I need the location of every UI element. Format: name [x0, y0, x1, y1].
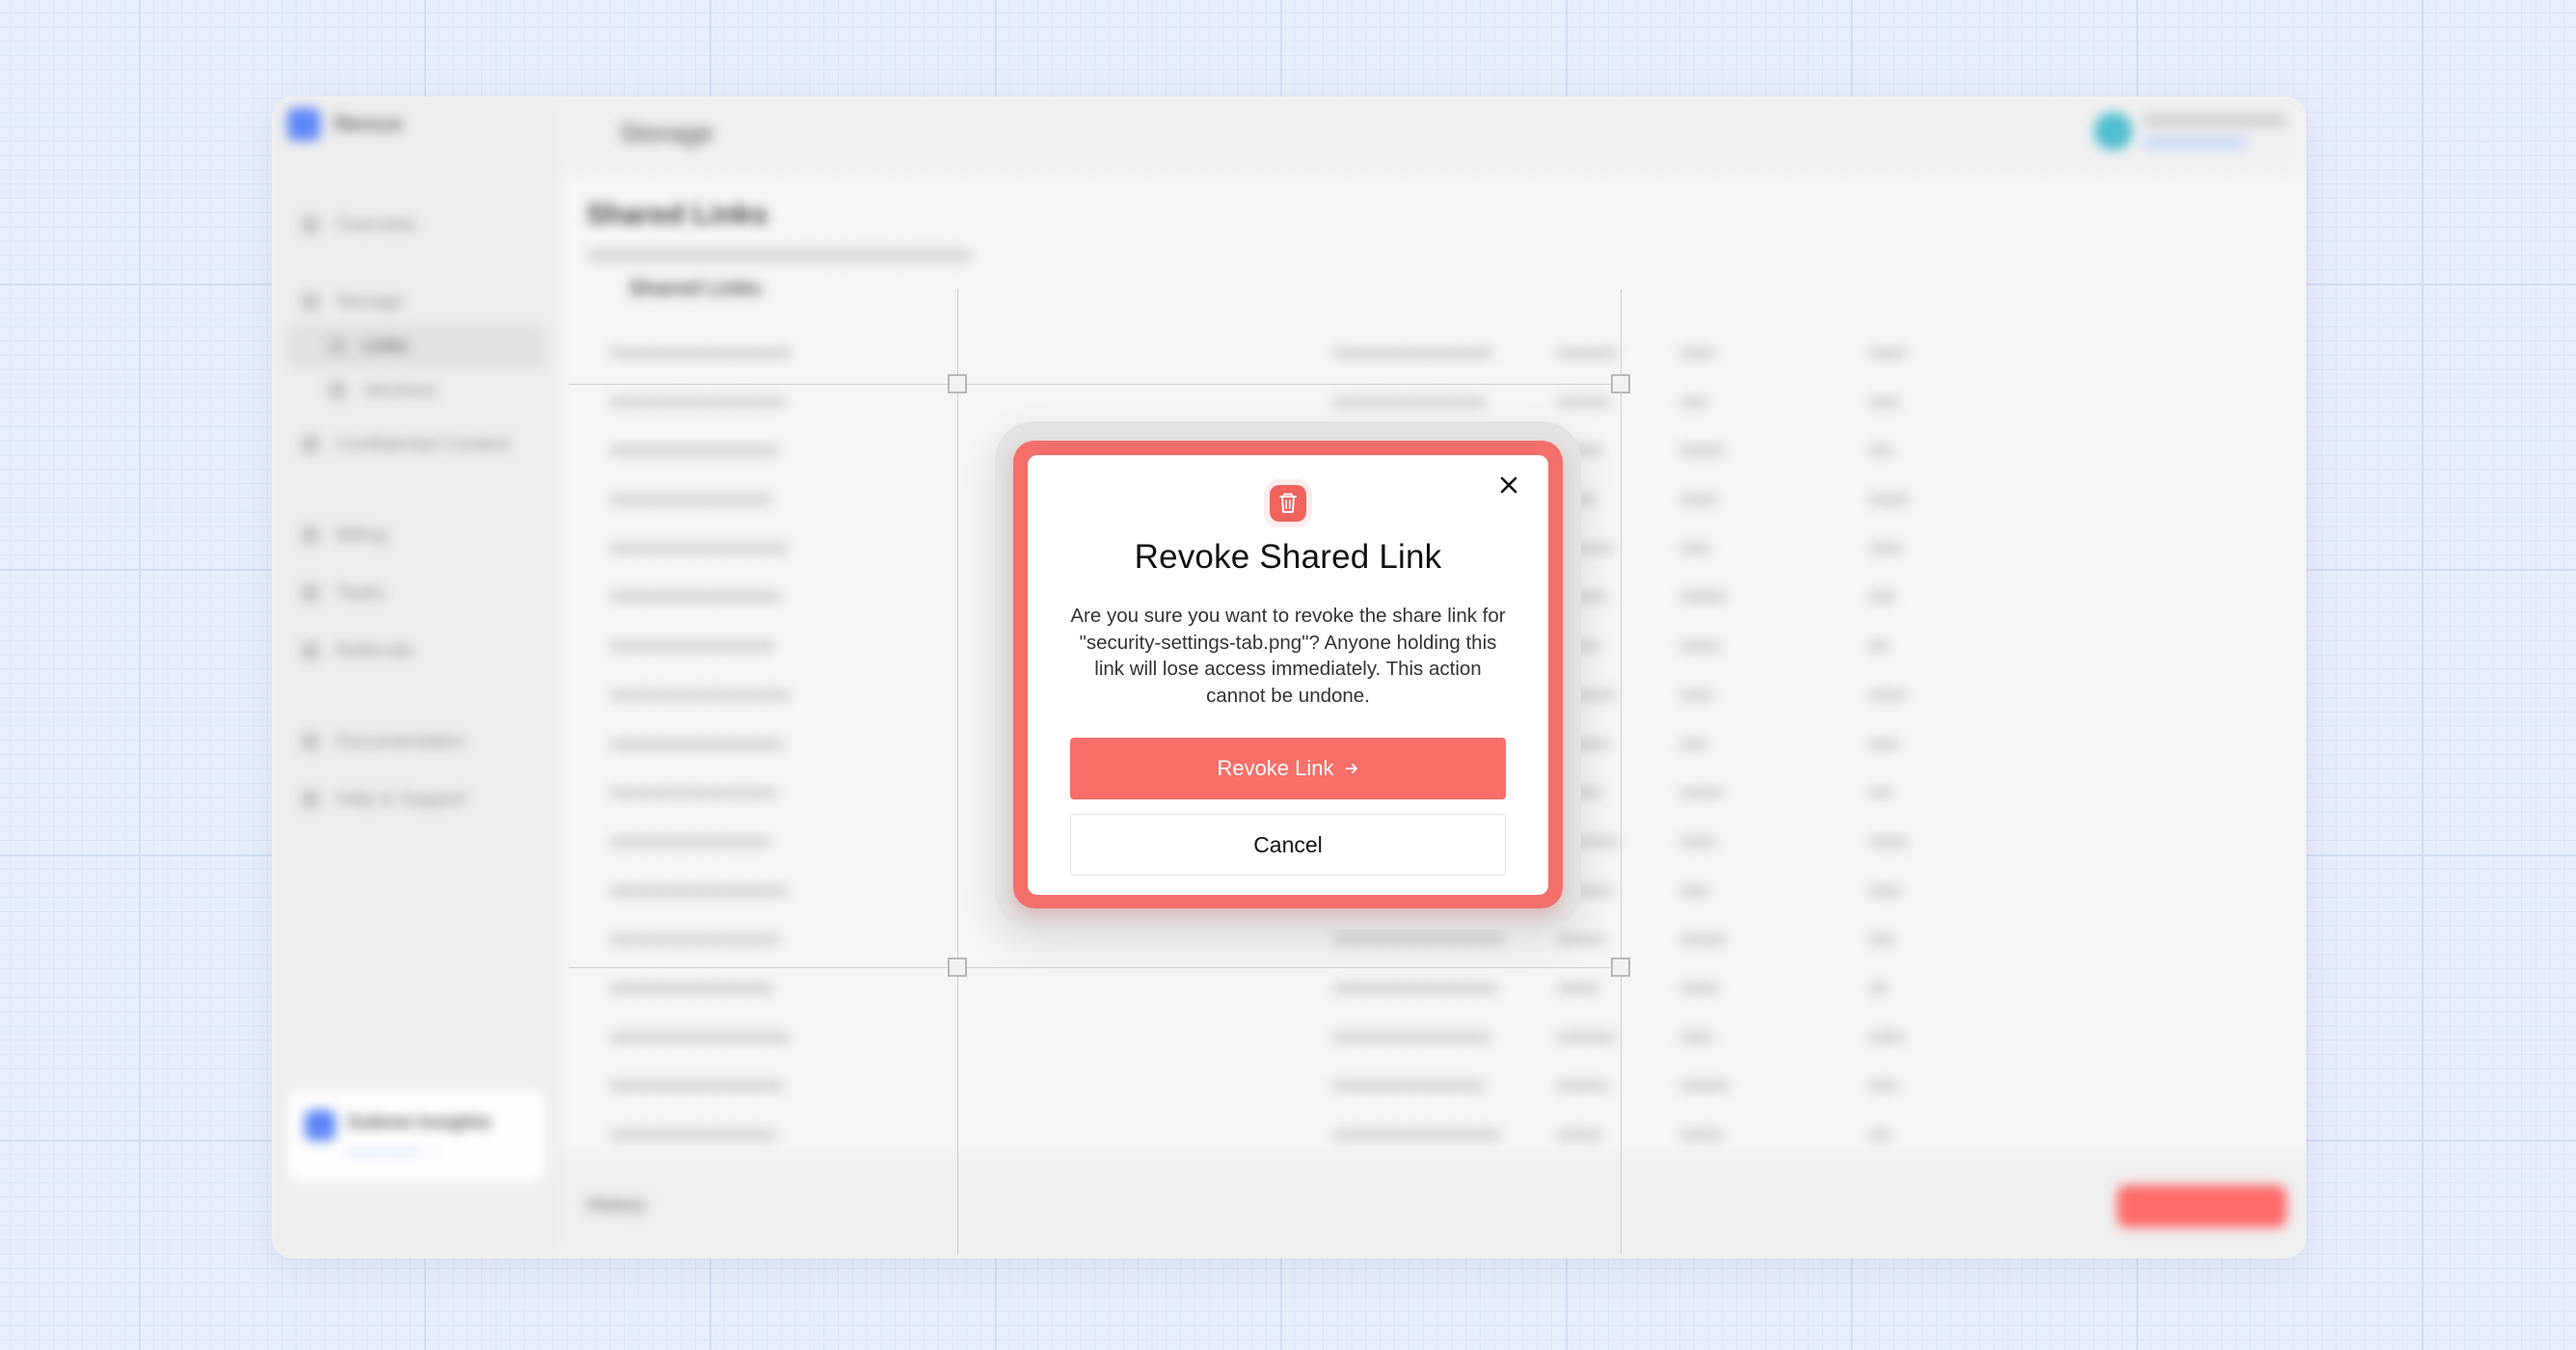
resize-handle[interactable]	[948, 374, 967, 393]
resize-handle[interactable]	[1611, 374, 1630, 393]
arrow-right-icon	[1345, 764, 1357, 773]
close-button[interactable]	[1494, 471, 1523, 500]
trash-badge	[1270, 485, 1306, 522]
dialog-title: Revoke Shared Link	[1134, 538, 1442, 576]
cancel-button[interactable]: Cancel	[1070, 814, 1506, 876]
close-icon	[1500, 476, 1517, 494]
revoke-link-button[interactable]: Revoke Link	[1070, 738, 1506, 799]
revoke-link-label: Revoke Link	[1217, 756, 1334, 780]
guide-line	[569, 384, 1625, 385]
revoke-link-dialog: Revoke Shared Link Are you sure you want…	[1028, 455, 1548, 895]
dialog-message: Are you sure you want to revoke the shar…	[1070, 605, 1506, 707]
trash-icon	[1279, 493, 1297, 513]
guide-line	[569, 967, 1625, 968]
resize-handle[interactable]	[948, 958, 967, 977]
guide-line	[1621, 289, 1622, 1254]
resize-handle[interactable]	[1611, 958, 1630, 977]
guide-line	[957, 289, 958, 1254]
